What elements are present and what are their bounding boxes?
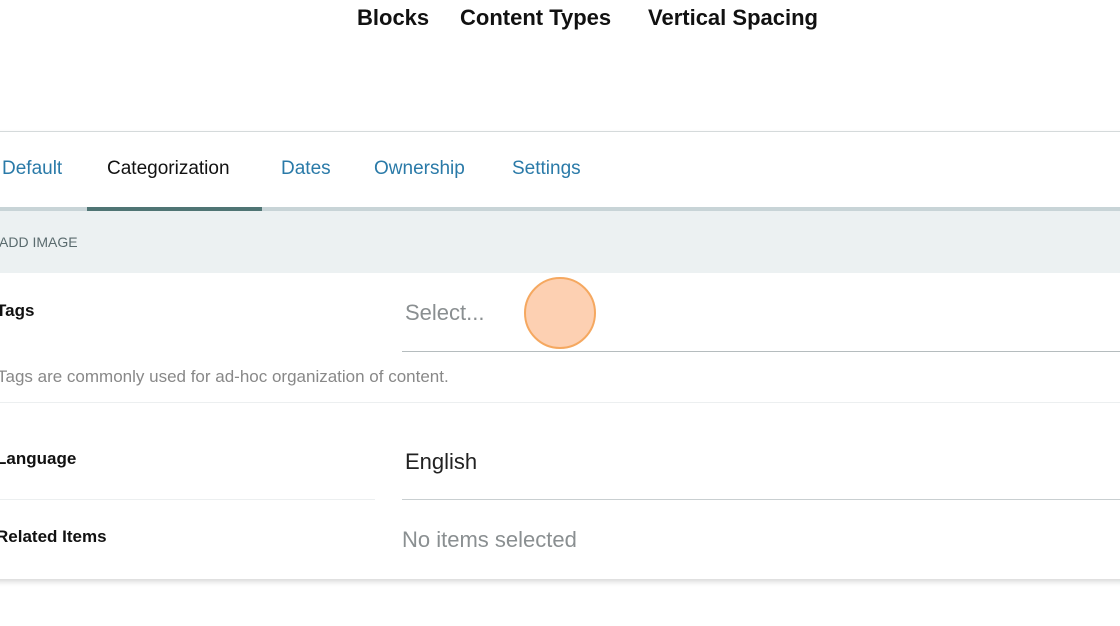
tab-settings[interactable]: Settings	[512, 158, 581, 180]
tags-label: Tags	[0, 301, 35, 320]
tags-select[interactable]: Select...	[405, 300, 484, 326]
tab-categorization[interactable]: Categorization	[107, 158, 230, 180]
nav-vertical-spacing[interactable]: Vertical Spacing	[648, 5, 818, 31]
edit-panel	[0, 131, 1120, 579]
related-items-widget[interactable]: No items selected	[402, 527, 577, 553]
add-image-band[interactable]	[0, 211, 1120, 273]
divider	[0, 402, 1120, 403]
tab-dates[interactable]: Dates	[281, 158, 331, 180]
language-select[interactable]: English	[405, 449, 477, 475]
tab-default[interactable]: Default	[2, 158, 62, 180]
add-image-label[interactable]: ADD IMAGE	[0, 234, 78, 250]
tags-help-text: Tags are commonly used for ad-hoc organi…	[0, 367, 449, 386]
language-input-underline	[402, 499, 1120, 500]
cursor-click-indicator	[524, 277, 596, 349]
language-label: Language	[0, 449, 77, 468]
divider	[0, 499, 375, 500]
nav-blocks[interactable]: Blocks	[357, 5, 429, 31]
nav-content-types[interactable]: Content Types	[460, 5, 611, 31]
tab-ownership[interactable]: Ownership	[374, 158, 465, 180]
tags-input-underline	[402, 351, 1120, 352]
related-items-label: Related Items	[0, 527, 107, 546]
